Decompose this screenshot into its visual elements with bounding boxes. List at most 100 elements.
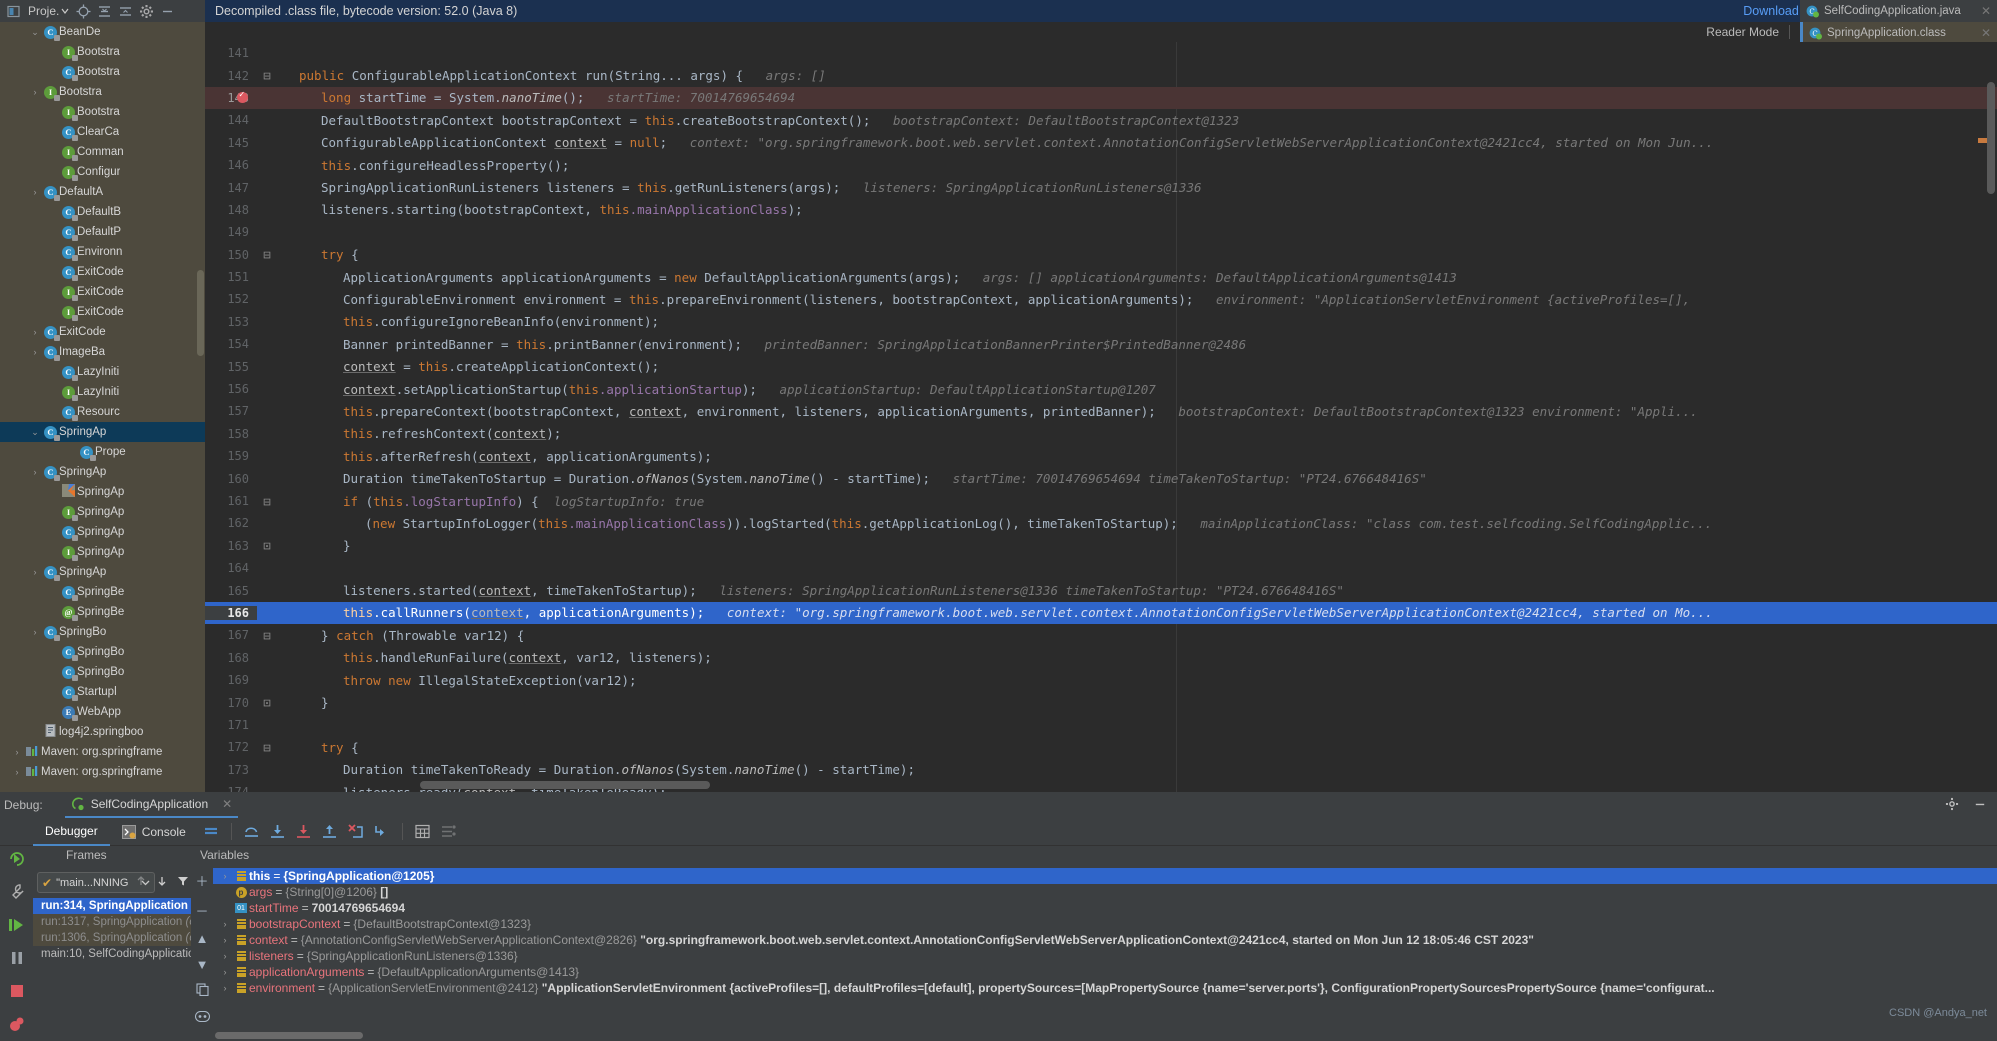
- tree-item[interactable]: I SpringAp: [0, 502, 205, 522]
- tree-expand-arrow[interactable]: ›: [28, 467, 42, 477]
- line-number[interactable]: 150: [205, 248, 257, 262]
- tree-item[interactable]: › I Bootstra: [0, 82, 205, 102]
- tree-item[interactable]: I Configur: [0, 162, 205, 182]
- tree-item[interactable]: C ExitCode: [0, 262, 205, 282]
- tree-item-selected[interactable]: ⌄ C SpringAp: [0, 422, 205, 442]
- code-line[interactable]: 155 context = this.createApplicationConte…: [205, 355, 1997, 377]
- layout-settings-icon[interactable]: [436, 819, 462, 845]
- code-line[interactable]: 172 ⊟ try {: [205, 736, 1997, 758]
- line-number[interactable]: 153: [205, 315, 257, 329]
- code-line[interactable]: 149: [205, 221, 1997, 243]
- rerun-icon[interactable]: [8, 850, 26, 873]
- variable-expand-arrow[interactable]: ›: [217, 871, 233, 881]
- tree-item[interactable]: I Bootstra: [0, 42, 205, 62]
- tree-expand-arrow[interactable]: ›: [28, 87, 42, 97]
- code-line[interactable]: 161 ⊟ if (this.logStartupInfo) { logStartu…: [205, 490, 1997, 512]
- debug-session-tab[interactable]: SelfCodingApplication ✕: [64, 792, 239, 818]
- code-line[interactable]: 169 throw new IllegalStateException(var12…: [205, 669, 1997, 691]
- code-line[interactable]: 153 this.configureIgnoreBeanInfo(environm…: [205, 311, 1997, 333]
- line-number[interactable]: 147: [205, 181, 257, 195]
- step-into-icon[interactable]: [265, 819, 291, 845]
- locate-icon[interactable]: [74, 2, 93, 21]
- variable-expand-arrow[interactable]: ›: [217, 983, 233, 993]
- pause-program-icon[interactable]: [8, 949, 26, 972]
- variable-row[interactable]: › applicationArguments = {DefaultApplicatio…: [213, 964, 1997, 980]
- error-stripe-marker[interactable]: [1978, 138, 1987, 143]
- tree-item[interactable]: ⌄ C BeanDe: [0, 22, 205, 42]
- tree-item[interactable]: I SpringAp: [0, 542, 205, 562]
- line-number[interactable]: 149: [205, 225, 257, 239]
- code-line[interactable]: 159 this.afterRefresh(context, applicatio…: [205, 445, 1997, 467]
- code-line[interactable]: 162 (new StartupInfoLogger(this.mainAppli…: [205, 512, 1997, 534]
- code-line[interactable]: 168 this.handleRunFailure(context, var12,…: [205, 647, 1997, 669]
- code-line[interactable]: 167 ⊟} catch (Throwable var12) {: [205, 624, 1997, 646]
- tree-item[interactable]: › C ExitCode: [0, 322, 205, 342]
- line-number[interactable]: 168: [205, 651, 257, 665]
- tree-expand-arrow[interactable]: ›: [28, 187, 42, 197]
- add-watch-icon[interactable]: ＋: [195, 871, 208, 890]
- line-number[interactable]: 172: [205, 740, 257, 754]
- code-line[interactable]: 150 ⊟ try {: [205, 244, 1997, 266]
- tree-item[interactable]: C Prope: [0, 442, 205, 462]
- stop-icon[interactable]: [8, 982, 26, 1005]
- tree-item[interactable]: C SpringAp: [0, 522, 205, 542]
- variable-row[interactable]: 01 startTime = 70014769654694: [213, 900, 1997, 916]
- fold-marker[interactable]: ⊡: [257, 538, 277, 553]
- line-number[interactable]: 166: [205, 605, 257, 620]
- move-watch-down-icon[interactable]: ▼: [196, 957, 209, 972]
- tree-item[interactable]: › C SpringAp: [0, 562, 205, 582]
- run-to-cursor-icon[interactable]: [343, 819, 369, 845]
- line-number[interactable]: 152: [205, 292, 257, 306]
- stack-frame-row-selected[interactable]: run:314, SpringApplication (org.sp: [33, 898, 191, 914]
- editor-tab-selfcodingapplication-java[interactable]: C SelfCodingApplication.java ✕: [1800, 0, 1997, 22]
- tab-console[interactable]: Console: [110, 818, 198, 846]
- inline-watches-icon[interactable]: [194, 1010, 210, 1025]
- tree-item[interactable]: C DefaultP: [0, 222, 205, 242]
- line-number[interactable]: 141: [205, 46, 257, 60]
- code-line[interactable]: 146 this.configureHeadlessProperty();: [205, 154, 1997, 176]
- project-tree[interactable]: ⌄ C BeanDe I Bootstra C Bootstra › I Bootstra I Boo…: [0, 22, 205, 792]
- line-number[interactable]: 174: [205, 785, 257, 792]
- breakpoint-icon[interactable]: [237, 90, 248, 103]
- tree-item[interactable]: I Comman: [0, 142, 205, 162]
- variables-horizontal-scrollbar[interactable]: [215, 1032, 363, 1039]
- code-line[interactable]: 156 context.setApplicationStartup(this.ap…: [205, 378, 1997, 400]
- tree-item[interactable]: › C ImageBa: [0, 342, 205, 362]
- code-line[interactable]: 163 ⊡}: [205, 535, 1997, 557]
- line-number[interactable]: 160: [205, 472, 257, 486]
- line-number[interactable]: 146: [205, 158, 257, 172]
- tree-item[interactable]: C Resourc: [0, 402, 205, 422]
- editor-horizontal-scrollbar[interactable]: [420, 781, 710, 789]
- remove-watch-icon[interactable]: －: [195, 901, 208, 920]
- code-line[interactable]: 170 ⊡}: [205, 691, 1997, 713]
- tree-expand-arrow[interactable]: ›: [28, 347, 42, 357]
- variable-expand-arrow[interactable]: ›: [217, 951, 233, 961]
- tree-item[interactable]: @ SpringBe: [0, 602, 205, 622]
- code-line[interactable]: 141: [205, 42, 1997, 64]
- force-step-into-icon[interactable]: [291, 819, 317, 845]
- tab-debugger[interactable]: Debugger: [33, 818, 110, 846]
- line-number[interactable]: 162: [205, 516, 257, 530]
- frames-down-icon[interactable]: [156, 875, 168, 890]
- tree-expand-arrow[interactable]: ›: [28, 567, 42, 577]
- move-watch-up-icon[interactable]: ▲: [196, 931, 209, 946]
- tree-item[interactable]: log4j2.springboo: [0, 722, 205, 742]
- tree-item[interactable]: C SpringBe: [0, 582, 205, 602]
- code-line[interactable]: 143 long startTime = System.nanoTime(); s…: [205, 86, 1997, 110]
- tree-item[interactable]: C Bootstra: [0, 62, 205, 82]
- settings-wrench-icon[interactable]: [8, 883, 26, 906]
- hide-icon[interactable]: [1973, 797, 1987, 814]
- step-over-icon[interactable]: [239, 819, 265, 845]
- tree-expand-arrow[interactable]: ›: [10, 747, 24, 757]
- line-number[interactable]: 159: [205, 449, 257, 463]
- code-line[interactable]: 158 this.refreshContext(context);: [205, 423, 1997, 445]
- code-line[interactable]: 157 this.prepareContext(bootstrapContext,…: [205, 400, 1997, 422]
- line-number[interactable]: 161: [205, 494, 257, 508]
- view-breakpoints-icon[interactable]: [8, 1015, 26, 1038]
- line-number[interactable]: 148: [205, 203, 257, 217]
- line-number[interactable]: 144: [205, 113, 257, 127]
- variable-row[interactable]: › environment = {ApplicationServletEnvironm…: [213, 980, 1997, 996]
- tree-item[interactable]: › Maven: org.springframe: [0, 762, 205, 782]
- frames-up-icon[interactable]: [135, 875, 147, 890]
- code-line[interactable]: 173 Duration timeTakenToReady = Duration.…: [205, 759, 1997, 781]
